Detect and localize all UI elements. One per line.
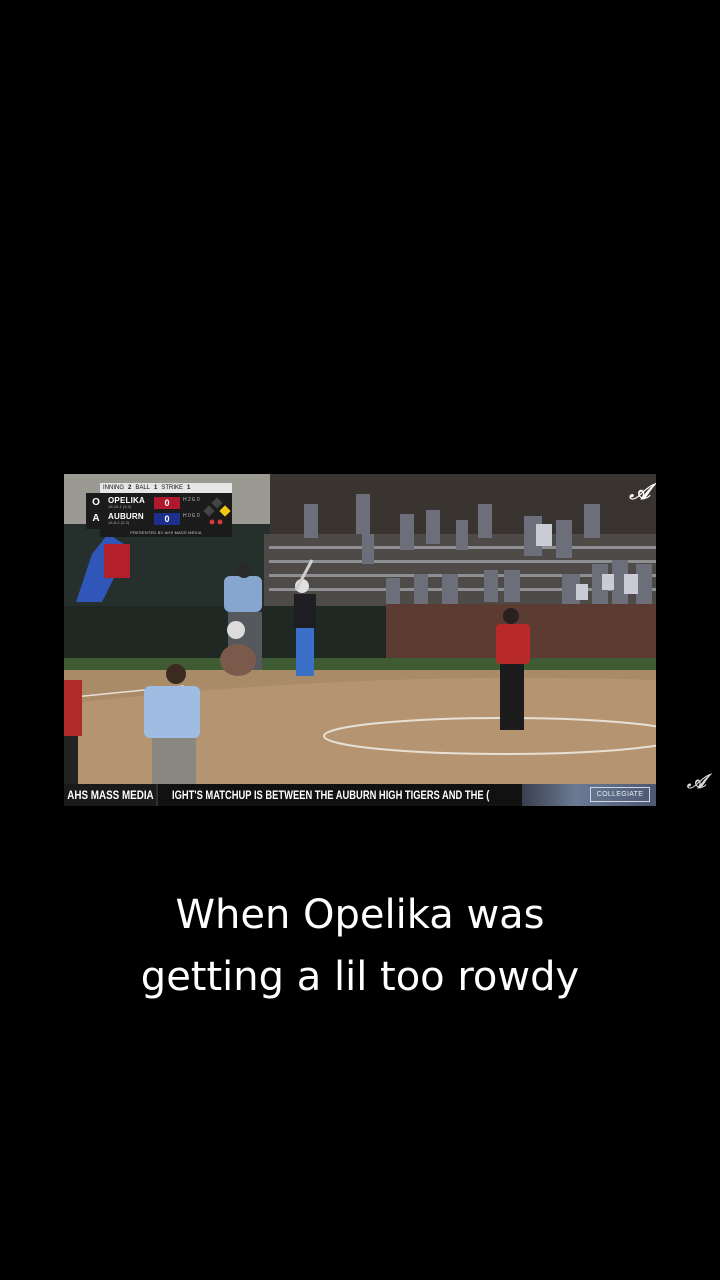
caption-line-1: When Opelika was [175, 892, 545, 938]
scorebug-teams: O OPELIKA 15-10-1 (3-2) 0 H 2 E 0 A AUBU… [86, 493, 232, 529]
strike-value: 1 [187, 485, 191, 491]
ball-label: BALL [135, 485, 151, 491]
auburn-logo-icon: A [92, 513, 100, 524]
tiger-logo-icon: 𝒜 [629, 479, 650, 505]
sponsor-banner: COLLEGIATE [522, 784, 656, 806]
home-team-row: O OPELIKA 15-10-1 (3-2) 0 H 2 E 0 [86, 496, 206, 510]
tiger-logo-icon: 𝒜 [687, 769, 706, 793]
ball-value: 1 [154, 485, 158, 491]
strike-label: STRIKE [161, 485, 184, 491]
presented-by-label: PRESENTED BY AHS MASS MEDIA [100, 529, 232, 537]
away-team-hits: H 0 E 0 [183, 513, 200, 519]
sponsor-label: COLLEGIATE [590, 787, 650, 802]
ticker-brand: AHS MASS MEDIA [64, 784, 158, 806]
away-team-score: 0 [154, 513, 180, 525]
bases-diamond-icon [203, 497, 231, 525]
inning-label: INNING [103, 485, 124, 491]
ticker-message: IGHT'S MATCHUP IS BETWEEN THE AUBURN HIG… [172, 788, 490, 802]
video-frame[interactable]: 𝒜 INNING 2 BALL 1 STRIKE 1 O OPELIKA 15-… [64, 474, 656, 806]
home-team-hits: H 2 E 0 [183, 497, 200, 503]
away-team-record: 15-8-2 (3-2) [108, 520, 130, 525]
reel-viewer: 𝒜 INNING 2 BALL 1 STRIKE 1 O OPELIKA 15-… [0, 0, 720, 1280]
caption-text: When Opelika was getting a lil too rowdy [0, 884, 720, 1008]
scorebug: INNING 2 BALL 1 STRIKE 1 O OPELIKA 15-10… [86, 483, 232, 537]
opelika-logo-icon: O [92, 497, 100, 508]
lower-third-ticker: AHS MASS MEDIA IGHT'S MATCHUP IS BETWEEN… [64, 784, 656, 806]
inning-value: 2 [128, 485, 132, 491]
ticker-message-window: IGHT'S MATCHUP IS BETWEEN THE AUBURN HIG… [172, 784, 524, 806]
home-team-score: 0 [154, 497, 180, 509]
home-team-record: 15-10-1 (3-2) [108, 504, 132, 509]
caption-line-2: getting a lil too rowdy [140, 954, 580, 1000]
count-row: INNING 2 BALL 1 STRIKE 1 [100, 483, 232, 493]
away-team-row: A AUBURN 15-8-2 (3-2) 0 H 0 E 0 [86, 512, 206, 526]
